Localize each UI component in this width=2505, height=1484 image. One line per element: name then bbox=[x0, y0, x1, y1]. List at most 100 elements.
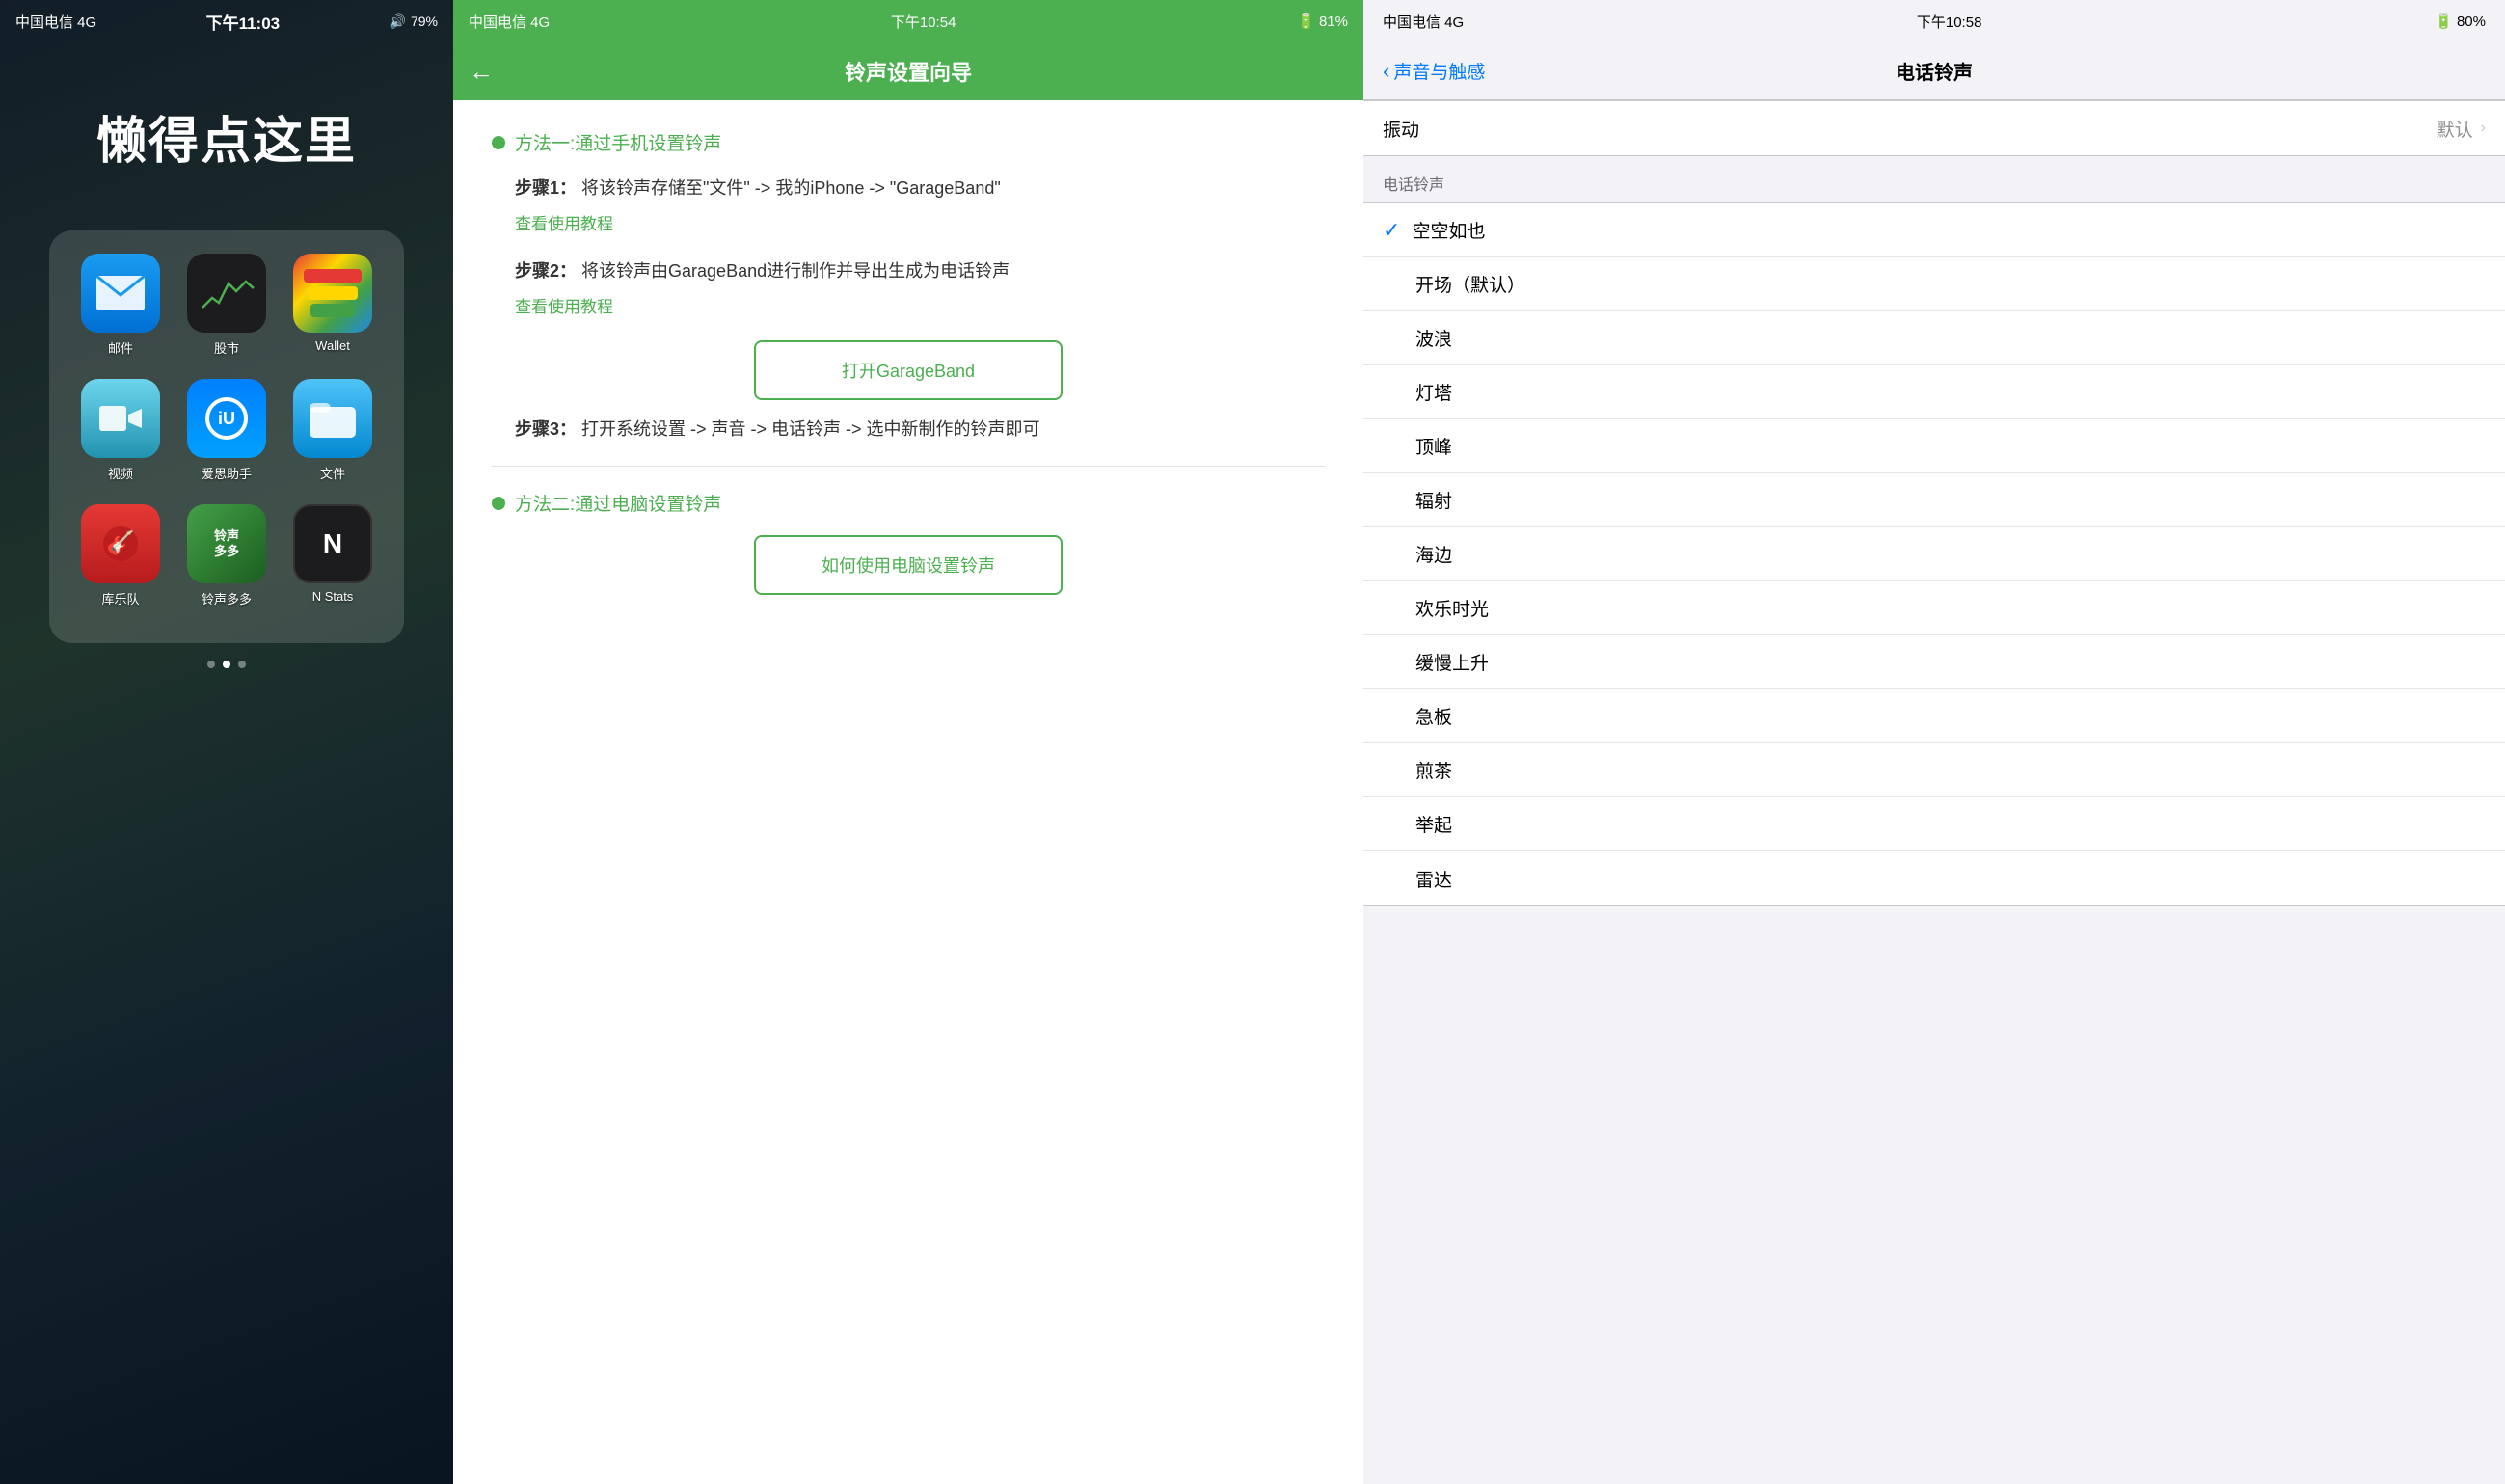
app-ringtone[interactable]: 铃声多多 铃声多多 bbox=[178, 504, 275, 620]
settings-time: 下午10:58 bbox=[1917, 12, 1982, 32]
ringtone-row-dengta[interactable]: 灯塔 bbox=[1363, 365, 2505, 419]
app-iyunu-icon: iU bbox=[187, 379, 266, 458]
step1-link[interactable]: 查看使用教程 bbox=[515, 210, 1325, 234]
ringtone-row-fushe[interactable]: 辐射 bbox=[1363, 473, 2505, 527]
app-files[interactable]: 文件 bbox=[284, 379, 381, 495]
ringtone-row-leida[interactable]: 雷达 bbox=[1363, 851, 2505, 905]
ringtone-row-jiancha[interactable]: 煎茶 bbox=[1363, 743, 2505, 797]
ringtone-row-kongkong[interactable]: ✓ 空空如也 bbox=[1363, 203, 2505, 257]
use-pc-button[interactable]: 如何使用电脑设置铃声 bbox=[754, 535, 1063, 595]
dot-1 bbox=[223, 661, 230, 668]
ringtone-label-dengta: 灯塔 bbox=[1383, 379, 2486, 405]
app-mail-icon bbox=[81, 254, 160, 333]
ringtone-row-kaichang[interactable]: 开场（默认） bbox=[1363, 257, 2505, 311]
step1-text: 步骤1： 将该铃声存储至"文件" -> 我的iPhone -> "GarageB… bbox=[515, 175, 1325, 202]
dot-2 bbox=[238, 661, 246, 668]
ringtone-label-kuaile: 欢乐时光 bbox=[1383, 595, 2486, 621]
app-files-icon bbox=[293, 379, 372, 458]
ringtone-label-bolang: 波浪 bbox=[1383, 325, 2486, 351]
app-ringtone-label: 铃声多多 bbox=[202, 589, 252, 607]
guide-nav-bar: ← 铃声设置向导 bbox=[453, 42, 1363, 100]
guide-battery: 🔋 81% bbox=[1297, 13, 1348, 30]
ringtone-label-leida: 雷达 bbox=[1383, 866, 2486, 892]
ringtones-section-header: 电话铃声 bbox=[1363, 156, 2505, 202]
ringtone-label-jiancha: 煎茶 bbox=[1383, 757, 2486, 783]
ringtone-row-jiban[interactable]: 急板 bbox=[1363, 689, 2505, 743]
app-stocks-label: 股市 bbox=[214, 338, 239, 357]
step3-label: 步骤3： bbox=[515, 419, 577, 439]
step2-label: 步骤2： bbox=[515, 261, 577, 281]
ringtone-label-fushe: 辐射 bbox=[1383, 487, 2486, 513]
method2-header: 方法二:通过电脑设置铃声 bbox=[492, 490, 1325, 516]
settings-back-button[interactable]: ‹ 声音与触感 bbox=[1383, 58, 1485, 84]
guide-content: 方法一:通过手机设置铃声 步骤1： 将该铃声存储至"文件" -> 我的iPhon… bbox=[453, 100, 1363, 1484]
vibrate-chevron-icon: › bbox=[2481, 120, 2486, 137]
method-divider bbox=[492, 466, 1325, 467]
status-bar-guide: 中国电信 4G 下午10:54 🔋 81% bbox=[453, 0, 1363, 42]
app-nstats-icon: N bbox=[293, 504, 372, 583]
app-stocks[interactable]: 股市 bbox=[178, 254, 275, 369]
svg-text:N: N bbox=[323, 528, 342, 558]
settings-carrier: 中国电信 4G bbox=[1383, 12, 1464, 32]
app-grid: 邮件 股市 Wallet bbox=[49, 230, 404, 643]
settings-back-label: 声音与触感 bbox=[1393, 58, 1485, 84]
app-iyunu-label: 爱思助手 bbox=[202, 464, 252, 482]
ringtone-row-huanman[interactable]: 缓慢上升 bbox=[1363, 635, 2505, 689]
step2-content: 将该铃声由GarageBand进行制作并导出生成为电话铃声 bbox=[581, 261, 1010, 281]
app-iyunu[interactable]: iU 爱思助手 bbox=[178, 379, 275, 495]
home-time: 下午11:03 bbox=[206, 10, 281, 34]
vibrate-section: 振动 默认 › bbox=[1363, 100, 2505, 156]
ringtone-label-haibian: 海边 bbox=[1383, 541, 2486, 567]
step3-content: 打开系统设置 -> 声音 -> 电话铃声 -> 选中新制作的铃声即可 bbox=[581, 419, 1040, 439]
status-bar-home: 中国电信 4G 下午11:03 🔊 79% bbox=[0, 0, 453, 42]
method1-header: 方法一:通过手机设置铃声 bbox=[492, 129, 1325, 155]
page-dots bbox=[207, 661, 246, 668]
guide-carrier: 中国电信 4G bbox=[469, 12, 550, 32]
ringtone-label-dingfeng: 顶峰 bbox=[1383, 433, 2486, 459]
ringtone-row-kuaile[interactable]: 欢乐时光 bbox=[1363, 581, 2505, 635]
app-wallet[interactable]: Wallet bbox=[284, 254, 381, 369]
app-video-icon bbox=[81, 379, 160, 458]
app-nstats[interactable]: N N Stats bbox=[284, 504, 381, 620]
app-wallet-label: Wallet bbox=[315, 338, 350, 353]
app-wallet-icon bbox=[293, 254, 372, 333]
home-overlay bbox=[0, 0, 453, 1484]
ringtone-label-juqi: 举起 bbox=[1383, 811, 2486, 837]
home-title: 懒得点这里 bbox=[96, 100, 357, 173]
svg-text:🎸: 🎸 bbox=[106, 529, 135, 556]
panel-guide: 中国电信 4G 下午10:54 🔋 81% ← 铃声设置向导 方法一:通过手机设… bbox=[453, 0, 1363, 1484]
method1-dot bbox=[492, 136, 505, 149]
app-garageband-label: 库乐队 bbox=[101, 589, 139, 607]
app-files-label: 文件 bbox=[320, 464, 345, 482]
guide-time: 下午10:54 bbox=[891, 12, 956, 32]
ringtones-list: ✓ 空空如也 开场（默认） 波浪 灯塔 顶峰 辐射 bbox=[1363, 202, 2505, 906]
dot-0 bbox=[207, 661, 215, 668]
ringtone-label-jiban: 急板 bbox=[1383, 703, 2486, 729]
panel-home: 中国电信 4G 下午11:03 🔊 79% 懒得点这里 邮件 股市 bbox=[0, 0, 453, 1484]
guide-back-button[interactable]: ← bbox=[469, 57, 494, 87]
ringtone-row-juqi[interactable]: 举起 bbox=[1363, 797, 2505, 851]
open-garageband-button[interactable]: 打开GarageBand bbox=[754, 340, 1063, 400]
method2-title: 方法二:通过电脑设置铃声 bbox=[515, 490, 721, 516]
step3-block: 步骤3： 打开系统设置 -> 声音 -> 电话铃声 -> 选中新制作的铃声即可 bbox=[492, 416, 1325, 444]
vibrate-row[interactable]: 振动 默认 › bbox=[1363, 101, 2505, 155]
app-mail-label: 邮件 bbox=[108, 338, 133, 357]
step2-text: 步骤2： 将该铃声由GarageBand进行制作并导出生成为电话铃声 bbox=[515, 257, 1325, 285]
ringtone-row-dingfeng[interactable]: 顶峰 bbox=[1363, 419, 2505, 473]
ringtone-row-haibian[interactable]: 海边 bbox=[1363, 527, 2505, 581]
app-stocks-icon bbox=[187, 254, 266, 333]
step2-link[interactable]: 查看使用教程 bbox=[515, 293, 1325, 317]
step1-content: 将该铃声存储至"文件" -> 我的iPhone -> "GarageBand" bbox=[581, 178, 1001, 198]
method2-dot bbox=[492, 497, 505, 510]
app-mail[interactable]: 邮件 bbox=[72, 254, 169, 369]
panel-settings: 中国电信 4G 下午10:58 🔋 80% ‹ 声音与触感 电话铃声 振动 默认… bbox=[1363, 0, 2505, 1484]
step1-block: 步骤1： 将该铃声存储至"文件" -> 我的iPhone -> "GarageB… bbox=[492, 175, 1325, 234]
status-bar-settings: 中国电信 4G 下午10:58 🔋 80% bbox=[1363, 0, 2505, 42]
app-garageband[interactable]: 🎸 库乐队 bbox=[72, 504, 169, 620]
settings-content: 振动 默认 › 电话铃声 ✓ 空空如也 开场（默认） 波浪 灯塔 bbox=[1363, 100, 2505, 1484]
ringtone-row-bolang[interactable]: 波浪 bbox=[1363, 311, 2505, 365]
app-video[interactable]: 视频 bbox=[72, 379, 169, 495]
home-carrier: 中国电信 4G bbox=[15, 12, 96, 32]
step2-block: 步骤2： 将该铃声由GarageBand进行制作并导出生成为电话铃声 查看使用教… bbox=[492, 257, 1325, 317]
ringtone-label-kaichang: 开场（默认） bbox=[1383, 271, 2486, 297]
